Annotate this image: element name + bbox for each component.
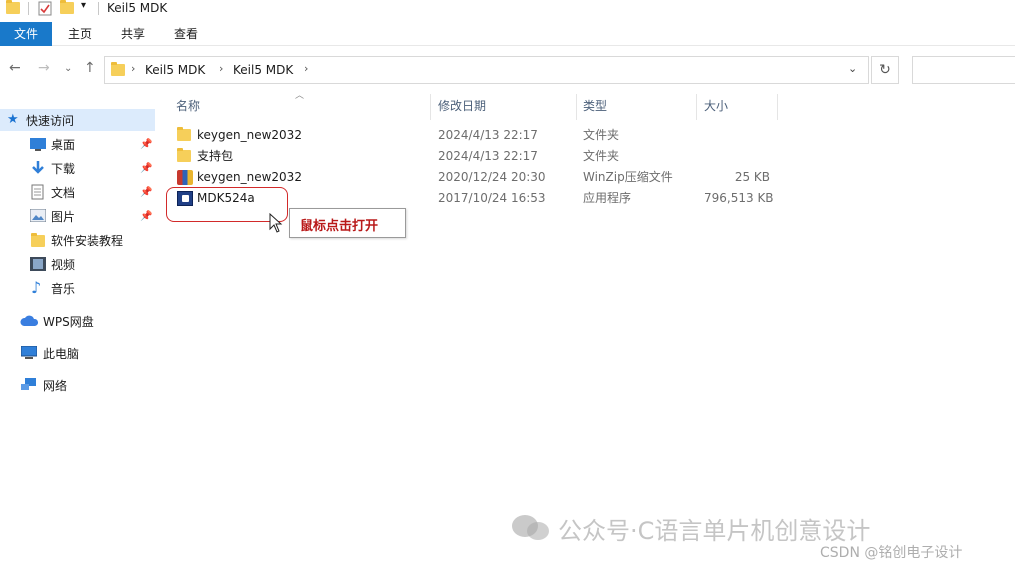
ribbon: 文件 主页 共享 查看 xyxy=(0,22,1015,46)
file-modified: 2017/10/24 16:53 xyxy=(438,191,546,205)
file-size: 796,513 KB xyxy=(704,191,774,205)
column-divider[interactable] xyxy=(777,94,778,120)
customize-toolbar-icon[interactable]: ▾ xyxy=(81,0,86,11)
column-header-modified[interactable]: 修改日期 xyxy=(438,98,486,120)
file-type: 文件夹 xyxy=(583,149,620,163)
column-divider[interactable] xyxy=(430,94,431,120)
star-icon: ★ xyxy=(7,112,19,127)
sort-ascending-icon: ︿ xyxy=(295,91,305,101)
file-name: 支持包 xyxy=(197,149,234,163)
file-row[interactable]: keygen_new2032 2024/4/13 22:17 文件夹 xyxy=(170,125,780,146)
cloud-icon xyxy=(20,315,39,329)
column-header-type[interactable]: 类型 xyxy=(583,98,607,120)
zip-icon xyxy=(177,170,193,185)
file-row[interactable]: keygen_new2032 2020/12/24 20:30 WinZip压缩… xyxy=(170,167,780,188)
sidebar-item-downloads[interactable]: 下载 📌 xyxy=(0,157,155,179)
sidebar-item-label: 软件安装教程 xyxy=(51,233,124,248)
sidebar-item-label: 音乐 xyxy=(51,281,76,296)
divider xyxy=(98,2,99,15)
sidebar-item-wps-cloud[interactable]: WPS网盘 xyxy=(0,310,155,332)
chevron-right-icon[interactable]: › xyxy=(219,62,223,75)
file-modified: 2020/12/24 20:30 xyxy=(438,170,546,184)
document-icon xyxy=(31,184,47,200)
picture-icon xyxy=(29,208,47,223)
tab-home[interactable]: 主页 xyxy=(58,22,102,46)
sidebar-item-this-pc[interactable]: 此电脑 xyxy=(0,342,155,364)
title-bar: ▾ Keil5 MDK xyxy=(0,0,1015,20)
folder-icon xyxy=(177,127,191,141)
file-size: 25 KB xyxy=(734,170,770,184)
folder-icon xyxy=(6,0,20,14)
video-icon xyxy=(30,257,46,271)
recent-locations-chevron-icon[interactable]: ⌄ xyxy=(64,63,72,74)
file-name: keygen_new2032 xyxy=(197,128,302,142)
watermark-text: 公众号·C语言单片机创意设计 xyxy=(558,517,871,545)
sidebar-item-network[interactable]: 网络 xyxy=(0,374,155,396)
sidebar-item-videos[interactable]: 视频 xyxy=(0,253,155,275)
forward-arrow-icon[interactable]: → xyxy=(38,60,50,76)
sidebar-item-pictures[interactable]: 图片 📌 xyxy=(0,205,155,227)
tab-file[interactable]: 文件 xyxy=(0,22,52,46)
breadcrumb-item[interactable]: Keil5 MDK xyxy=(233,62,293,78)
address-bar[interactable]: › Keil5 MDK › Keil5 MDK › ⌄ xyxy=(104,56,869,84)
folder-icon xyxy=(177,148,191,162)
pin-icon[interactable]: 📌 xyxy=(140,211,152,222)
watermark-csdn: CSDN @铭创电子设计 xyxy=(820,545,963,561)
download-icon xyxy=(30,160,46,174)
refresh-icon: ↻ xyxy=(879,62,891,78)
column-header-name[interactable]: 名称 xyxy=(176,98,200,120)
sidebar-item-software-tutorial[interactable]: 软件安装教程 xyxy=(0,229,155,251)
sidebar-item-label: 此电脑 xyxy=(43,346,80,361)
sidebar-item-label: 网络 xyxy=(43,378,68,393)
folder-icon xyxy=(111,62,125,76)
file-modified: 2024/4/13 22:17 xyxy=(438,149,538,163)
sidebar-item-label: 图片 xyxy=(51,209,76,224)
sidebar-item-label: 快速访问 xyxy=(26,113,75,128)
breadcrumb-item[interactable]: Keil5 MDK xyxy=(145,62,205,78)
annotation-callout: 鼠标点击打开 xyxy=(289,208,406,238)
file-type: 应用程序 xyxy=(583,191,632,205)
music-icon: ♪ xyxy=(31,278,42,297)
sidebar-item-label: 文档 xyxy=(51,185,76,200)
column-header-size[interactable]: 大小 xyxy=(704,98,728,120)
tab-view[interactable]: 查看 xyxy=(164,22,208,46)
properties-check-icon[interactable] xyxy=(38,1,52,19)
pin-icon[interactable]: 📌 xyxy=(140,163,152,174)
sidebar-item-label: 视频 xyxy=(51,257,76,272)
window-title: Keil5 MDK xyxy=(107,1,168,15)
up-arrow-icon[interactable]: ↑ xyxy=(84,60,96,76)
sidebar-item-quick-access[interactable]: ★ 快速访问 xyxy=(0,109,155,131)
divider xyxy=(28,2,29,15)
sidebar-item-label: WPS网盘 xyxy=(43,314,94,329)
annotation-text: 鼠标点击打开 xyxy=(300,219,379,234)
column-divider[interactable] xyxy=(576,94,577,120)
file-row[interactable]: 支持包 2024/4/13 22:17 文件夹 xyxy=(170,146,780,167)
file-modified: 2024/4/13 22:17 xyxy=(438,128,538,142)
column-divider[interactable] xyxy=(696,94,697,120)
back-arrow-icon[interactable]: ← xyxy=(9,60,21,76)
chevron-right-icon[interactable]: › xyxy=(304,62,308,75)
pin-icon[interactable]: 📌 xyxy=(140,139,152,150)
sidebar-item-desktop[interactable]: 桌面 📌 xyxy=(0,133,155,155)
file-type: 文件夹 xyxy=(583,128,620,142)
wechat-logo-icon xyxy=(511,513,551,546)
file-name: keygen_new2032 xyxy=(197,170,302,184)
pin-icon[interactable]: 📌 xyxy=(140,187,152,198)
refresh-button[interactable]: ↻ xyxy=(871,56,899,84)
sidebar-item-documents[interactable]: 文档 📌 xyxy=(0,181,155,203)
sidebar-item-label: 桌面 xyxy=(51,137,76,152)
desktop-icon xyxy=(30,138,46,152)
network-icon xyxy=(21,378,37,392)
new-folder-icon[interactable] xyxy=(60,0,74,14)
computer-icon xyxy=(20,345,38,360)
sidebar-item-music[interactable]: ♪ 音乐 xyxy=(0,277,155,299)
chevron-right-icon[interactable]: › xyxy=(131,62,135,75)
chevron-down-icon[interactable]: ⌄ xyxy=(848,62,857,75)
mouse-cursor-icon xyxy=(269,212,283,236)
sidebar-item-label: 下载 xyxy=(51,161,76,176)
tab-share[interactable]: 共享 xyxy=(111,22,155,46)
file-type: WinZip压缩文件 xyxy=(583,170,673,184)
folder-icon xyxy=(31,233,47,249)
search-input[interactable] xyxy=(912,56,1015,84)
